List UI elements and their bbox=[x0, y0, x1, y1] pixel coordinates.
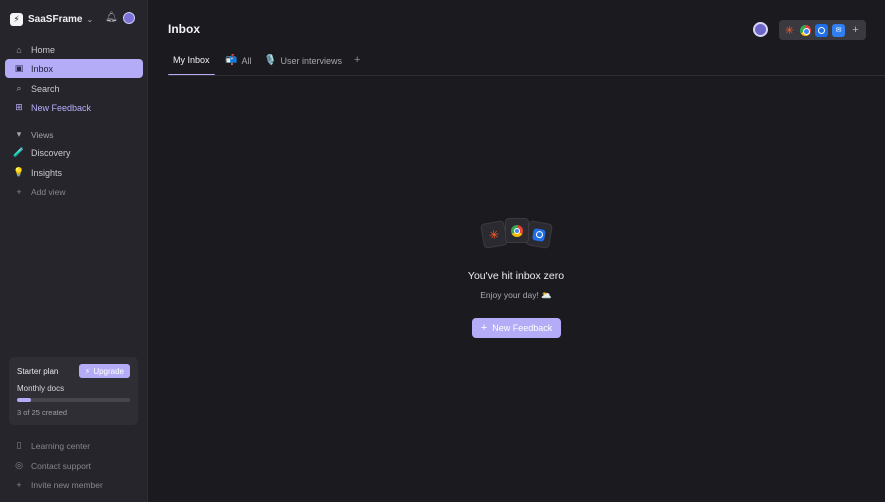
page-title: Inbox bbox=[168, 22, 200, 36]
search-icon: ⌕ bbox=[16, 83, 22, 93]
sidebar-item-label: Invite new member bbox=[31, 479, 103, 490]
sidebar-item-new-feedback[interactable]: ⊞ New Feedback bbox=[5, 98, 143, 117]
chevron-down-icon: ⌄ bbox=[86, 14, 94, 24]
sidebar-item-search[interactable]: ⌕ Search bbox=[5, 79, 143, 98]
zapier-icon[interactable]: ✳ bbox=[783, 24, 796, 37]
zapier-icon: ✳ bbox=[487, 226, 501, 243]
tab-user-interviews[interactable]: 🎙️ User interviews bbox=[264, 55, 342, 66]
plus-icon: ⊞ bbox=[15, 102, 23, 112]
tab-my-inbox[interactable]: My Inbox bbox=[173, 55, 210, 65]
book-icon: ▯ bbox=[16, 440, 22, 450]
integrations-group[interactable]: ✳ ✉ + bbox=[779, 20, 866, 40]
plus-icon: + bbox=[16, 479, 22, 490]
empty-state-title: You've hit inbox zero bbox=[467, 270, 565, 282]
add-view-label: Add view bbox=[31, 186, 66, 197]
sidebar-item-insights[interactable]: 💡 Insights bbox=[5, 163, 143, 182]
empty-state-subtitle: Enjoy your day! 🌥️ bbox=[480, 290, 552, 300]
caret-down-icon: ▾ bbox=[16, 129, 22, 139]
intercom-icon bbox=[532, 227, 546, 242]
sidebar-item-label: Search bbox=[31, 83, 60, 94]
tab-all[interactable]: 📬 All bbox=[225, 55, 251, 66]
sidebar-item-label: Home bbox=[31, 44, 56, 55]
bolt-icon: ⚡ bbox=[84, 366, 91, 376]
sidebar-item-label: New Feedback bbox=[31, 102, 92, 113]
sidebar-item-label: Learning center bbox=[31, 440, 91, 451]
add-integration-icon[interactable]: + bbox=[849, 24, 862, 37]
lightbulb-icon: 💡 bbox=[13, 167, 25, 177]
workspace-logo-icon: ⚡ bbox=[10, 12, 23, 26]
workspace-name: SaaSFrame bbox=[28, 13, 83, 25]
avatar[interactable] bbox=[123, 12, 135, 24]
tab-label: All bbox=[241, 55, 252, 66]
upgrade-label: Upgrade bbox=[93, 366, 124, 376]
new-feedback-button[interactable]: + New Feedback bbox=[472, 318, 561, 338]
workspace-switcher[interactable]: ⚡ SaaSFrame ⌄ 🔔︎ bbox=[10, 11, 138, 27]
sidebar-item-invite-member[interactable]: + Invite new member bbox=[5, 475, 143, 494]
intercom-icon[interactable] bbox=[815, 23, 828, 37]
microphone-icon: 🎙️ bbox=[264, 55, 277, 66]
sidebar-item-label: Inbox bbox=[31, 63, 54, 74]
plan-progress-bar bbox=[17, 398, 130, 402]
tab-label: My Inbox bbox=[173, 55, 210, 65]
sidebar-item-learning-center[interactable]: ▯ Learning center bbox=[5, 436, 143, 455]
views-section-label: Views bbox=[31, 129, 54, 140]
add-tab-icon[interactable]: + bbox=[354, 54, 360, 66]
chrome-icon bbox=[511, 224, 523, 237]
plan-docs-label: Monthly docs bbox=[17, 384, 65, 393]
tab-divider bbox=[168, 75, 885, 76]
inbox-icon: ▣ bbox=[14, 63, 24, 73]
plus-icon: + bbox=[480, 322, 488, 334]
chrome-icon[interactable] bbox=[800, 24, 811, 36]
plan-count: 3 of 25 created bbox=[17, 408, 68, 417]
tab-bar: My Inbox 📬 All 🎙️ User interviews + bbox=[168, 51, 885, 76]
sidebar: ⚡ SaaSFrame ⌄ 🔔︎ ⌂ Home ▣ Inbox ⌕ Search… bbox=[0, 0, 148, 502]
mailbox-icon: 📬 bbox=[225, 55, 238, 66]
bell-icon[interactable]: 🔔︎ bbox=[105, 12, 118, 23]
sidebar-item-label: Insights bbox=[31, 167, 63, 178]
add-view-button[interactable]: + Add view bbox=[5, 182, 143, 201]
plan-progress-fill bbox=[17, 398, 31, 402]
empty-state-illustration: ✳ bbox=[480, 217, 554, 251]
views-section-toggle[interactable]: ▾ Views bbox=[5, 125, 143, 144]
tab-label: User interviews bbox=[280, 55, 342, 66]
sidebar-item-label: Discovery bbox=[31, 147, 71, 158]
sidebar-item-discovery[interactable]: 🧪 Discovery bbox=[5, 143, 143, 162]
new-feedback-label: New Feedback bbox=[492, 323, 553, 333]
mail-icon[interactable]: ✉ bbox=[832, 23, 845, 37]
upgrade-button[interactable]: ⚡ Upgrade bbox=[78, 364, 130, 378]
plus-icon: + bbox=[16, 186, 22, 197]
sidebar-item-home[interactable]: ⌂ Home bbox=[5, 40, 143, 59]
sidebar-item-label: Contact support bbox=[31, 460, 92, 471]
home-icon: ⌂ bbox=[16, 44, 22, 55]
avatar[interactable] bbox=[753, 22, 768, 37]
sidebar-item-contact-support[interactable]: ◎ Contact support bbox=[5, 456, 143, 475]
plan-title: Starter plan bbox=[17, 367, 59, 376]
illustration-card bbox=[525, 220, 553, 249]
illustration-card bbox=[505, 218, 529, 243]
sidebar-item-inbox[interactable]: ▣ Inbox bbox=[5, 59, 143, 78]
test-tube-icon: 🧪 bbox=[13, 147, 25, 157]
support-icon: ◎ bbox=[15, 460, 23, 470]
illustration-card: ✳ bbox=[480, 220, 508, 249]
plan-card: Starter plan ⚡ Upgrade Monthly docs 3 of… bbox=[9, 357, 138, 425]
